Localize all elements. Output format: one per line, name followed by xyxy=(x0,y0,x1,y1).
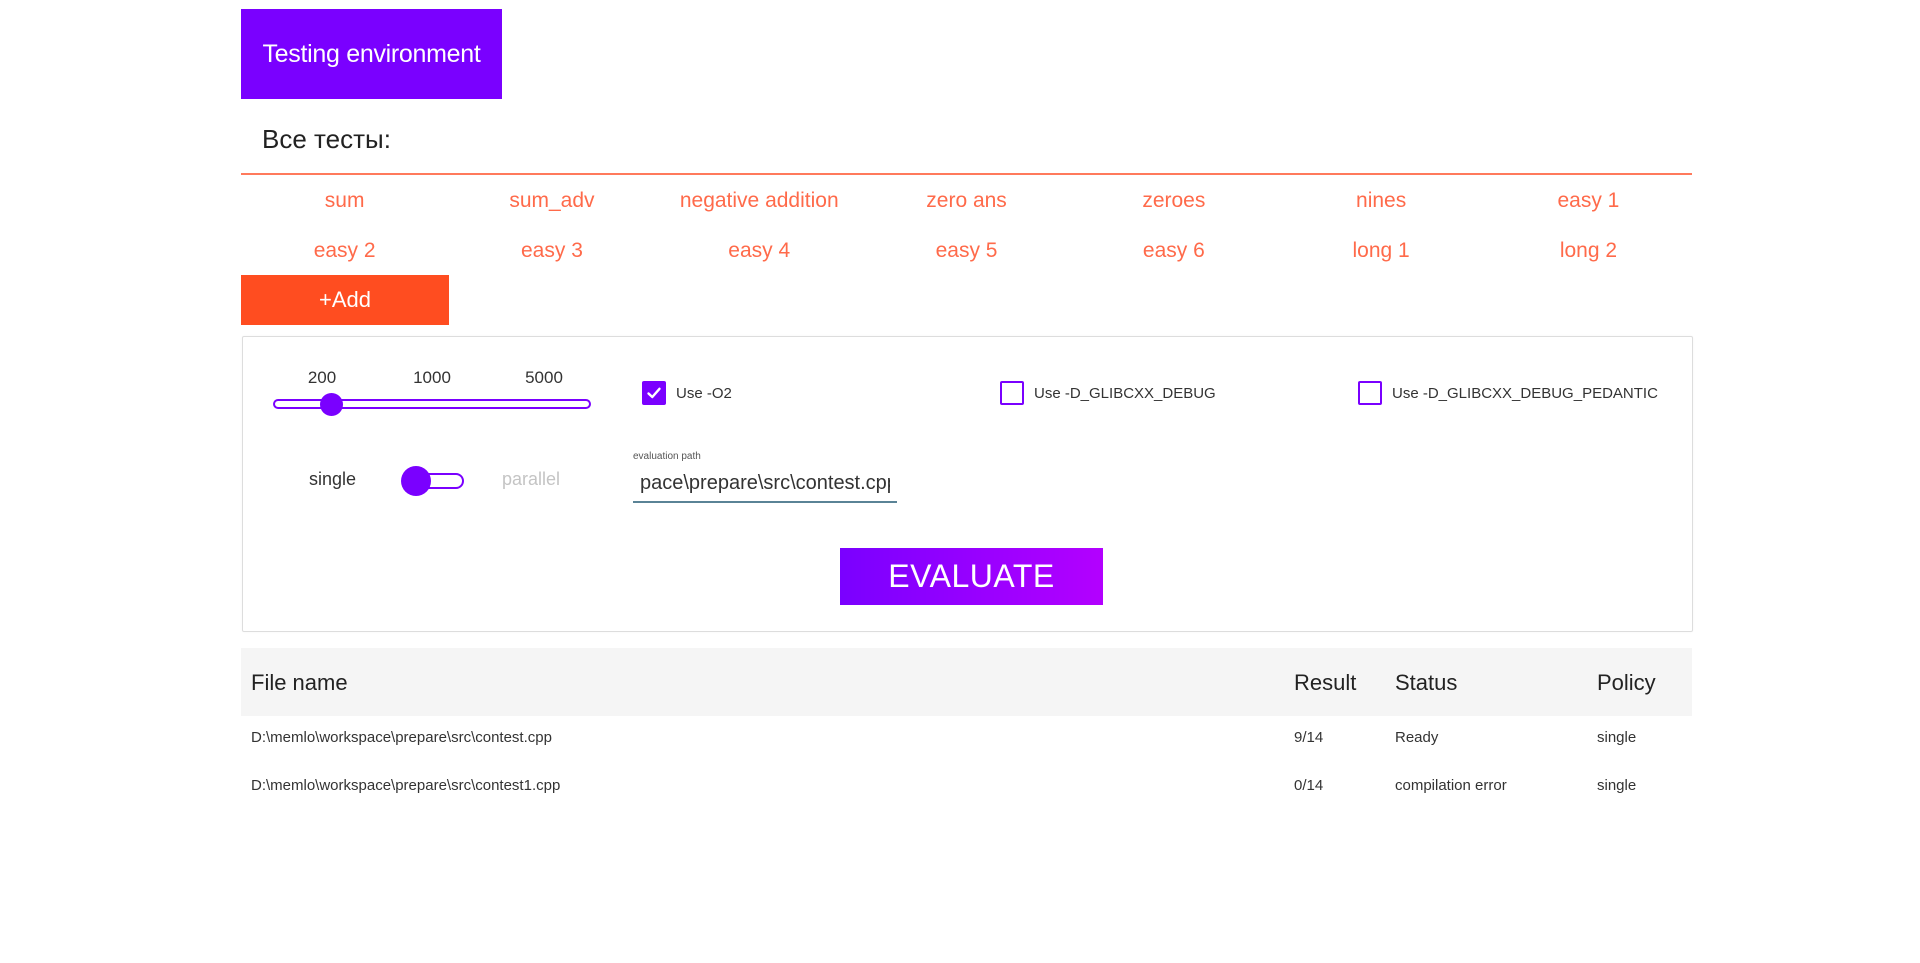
row-policy: single xyxy=(1597,729,1637,746)
policy-toggle-knob[interactable] xyxy=(401,466,431,496)
row-status: compilation error xyxy=(1395,777,1507,794)
col-status: Status xyxy=(1395,670,1458,695)
row-result: 0/14 xyxy=(1294,777,1324,794)
row-file: D:\memlo\workspace\prepare\src\contest.c… xyxy=(251,729,552,746)
test-item[interactable]: easy 2 xyxy=(241,226,448,276)
test-item[interactable]: easy 3 xyxy=(448,226,655,276)
check-icon xyxy=(647,387,661,399)
slider-labels: 200 1000 5000 xyxy=(292,368,592,390)
policy-parallel-label: parallel xyxy=(502,469,561,489)
test-item[interactable]: zero ans xyxy=(863,176,1070,226)
tests-heading: Все тесты: xyxy=(262,124,391,154)
evaluate-button[interactable]: EVALUATE xyxy=(840,548,1103,605)
test-item[interactable]: sum xyxy=(241,176,448,226)
add-test-button[interactable]: +Add xyxy=(241,275,449,325)
test-item[interactable]: nines xyxy=(1277,176,1484,226)
slider-label-1000: 1000 xyxy=(413,368,451,387)
glibcxx-debug-checkbox[interactable] xyxy=(1000,381,1024,405)
evaluation-path-caption: evaluation path xyxy=(633,451,701,462)
test-item[interactable]: easy 5 xyxy=(863,226,1070,276)
test-item[interactable]: easy 1 xyxy=(1485,176,1692,226)
page: Testing environment Все тесты: sum sum_a… xyxy=(0,0,1920,963)
o2-checkbox[interactable] xyxy=(642,381,666,405)
test-item[interactable]: sum_adv xyxy=(448,176,655,226)
test-item[interactable]: negative addition xyxy=(656,176,863,226)
slider-label-200: 200 xyxy=(307,368,337,387)
table-row[interactable]: D:\memlo\workspace\prepare\src\contest1.… xyxy=(241,764,1692,812)
glibcxx-debug-label: Use -D_GLIBCXX_DEBUG xyxy=(1034,384,1216,402)
row-file: D:\memlo\workspace\prepare\src\contest1.… xyxy=(251,777,561,794)
col-policy: Policy xyxy=(1597,670,1656,695)
slider-label-5000: 5000 xyxy=(525,368,563,387)
o2-label: Use -O2 xyxy=(676,384,732,402)
policy-single-label: single xyxy=(309,469,357,489)
test-item[interactable]: easy 4 xyxy=(656,226,863,276)
tests-divider xyxy=(241,173,1692,175)
table-row[interactable]: D:\memlo\workspace\prepare\src\contest.c… xyxy=(241,716,1692,764)
glibcxx-debug-pedantic-label: Use -D_GLIBCXX_DEBUG_PEDANTIC xyxy=(1392,384,1658,402)
option-glibcxx-debug-pedantic[interactable]: Use -D_GLIBCXX_DEBUG_PEDANTIC xyxy=(1358,381,1658,405)
limit-slider-thumb[interactable] xyxy=(320,393,343,416)
results-table-header: File name Result Status Policy xyxy=(241,648,1692,716)
tests-list: sum sum_adv negative addition zero ans z… xyxy=(241,176,1692,276)
col-file-name: File name xyxy=(251,670,348,695)
option-o2[interactable]: Use -O2 xyxy=(642,381,732,405)
test-item[interactable]: zeroes xyxy=(1070,176,1277,226)
test-item[interactable]: long 1 xyxy=(1277,226,1484,276)
test-item[interactable]: easy 6 xyxy=(1070,226,1277,276)
row-status: Ready xyxy=(1395,729,1439,746)
app-title-text: Testing environment xyxy=(262,39,481,68)
app-title: Testing environment xyxy=(241,9,502,99)
col-result: Result xyxy=(1294,670,1357,695)
option-glibcxx-debug[interactable]: Use -D_GLIBCXX_DEBUG xyxy=(1000,381,1216,405)
evaluation-path-input[interactable] xyxy=(633,465,897,503)
row-result: 9/14 xyxy=(1294,729,1324,746)
test-item[interactable]: long 2 xyxy=(1485,226,1692,276)
glibcxx-debug-pedantic-checkbox[interactable] xyxy=(1358,381,1382,405)
row-policy: single xyxy=(1597,777,1637,794)
